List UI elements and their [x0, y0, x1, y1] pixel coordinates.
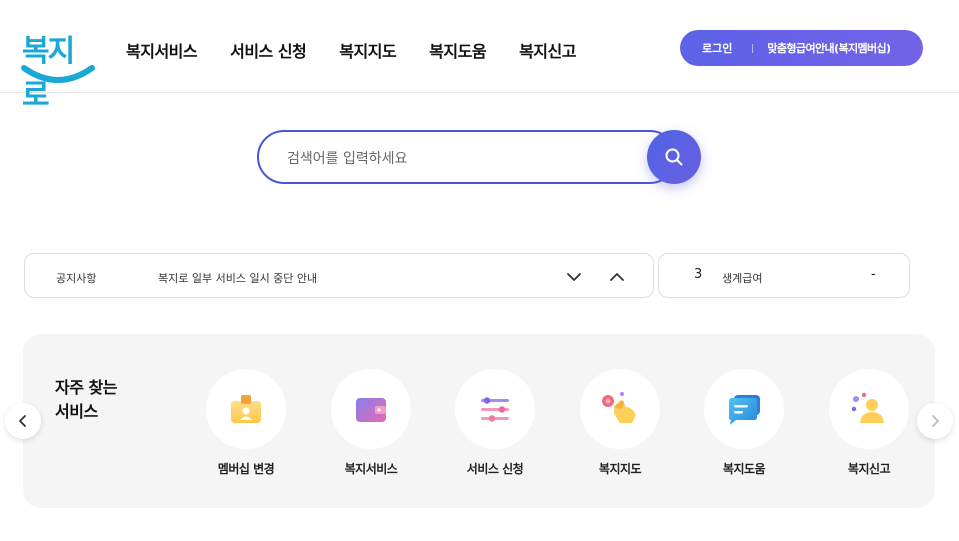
carousel-prev-button[interactable] [5, 403, 41, 439]
settings-list-icon [481, 397, 509, 422]
person-report-icon [851, 392, 884, 423]
chevron-right-icon [932, 415, 939, 427]
search-bar [257, 130, 701, 184]
service-item-welfare-report[interactable]: 복지신고 [809, 369, 929, 477]
service-item-welfare-help[interactable]: 복지도움 [684, 369, 804, 477]
service-label: 서비스 신청 [466, 462, 524, 476]
service-item-welfare-service[interactable]: 복지서비스 [311, 369, 431, 477]
service-item-service-apply[interactable]: 서비스 신청 [435, 369, 555, 477]
user-menu-pill: 로그인 맞춤형급여안내(복지멤버십) [680, 30, 923, 66]
search-box[interactable] [257, 130, 677, 184]
rank-keyword[interactable]: 생계급여 [722, 270, 762, 286]
service-item-membership[interactable]: 멤버십 변경 [186, 369, 306, 477]
map-pointer-icon [602, 392, 636, 423]
title-line-1: 자주 찾는 [55, 378, 117, 397]
service-label: 복지신고 [847, 462, 891, 476]
search-button[interactable] [647, 130, 701, 184]
service-label: 복지도움 [722, 462, 766, 476]
service-icon-circle [704, 369, 784, 449]
service-icon-circle [331, 369, 411, 449]
nav-welfare-report[interactable]: 복지신고 [519, 38, 576, 62]
nav-welfare-service[interactable]: 복지서비스 [126, 38, 198, 62]
service-icon-circle [580, 369, 660, 449]
nav-welfare-help[interactable]: 복지도움 [429, 38, 486, 62]
search-icon [665, 148, 683, 166]
nav-service-apply[interactable]: 서비스 신청 [230, 38, 307, 62]
rank-number: 3 [694, 267, 703, 282]
service-label: 복지서비스 [344, 462, 398, 476]
search-input[interactable] [287, 149, 627, 169]
notice-item[interactable]: 복지로 일부 서비스 일시 중단 안내 [158, 270, 317, 286]
main-nav: 복지서비스 서비스 신청 복지지도 복지도움 복지신고 [126, 38, 576, 62]
service-label: 복지지도 [598, 462, 642, 476]
popular-search-ranking: 3 생계급여 - [658, 253, 910, 298]
logo[interactable]: 복지로 [20, 26, 98, 113]
rank-change: - [871, 267, 876, 282]
service-icon-circle [455, 369, 535, 449]
custom-benefit-guide-link[interactable]: 맞춤형급여안내(복지멤버십) [767, 40, 891, 56]
frequent-services-title: 자주 찾는 서비스 [55, 376, 117, 424]
chevron-up-icon[interactable] [608, 268, 626, 286]
service-icon-circle [206, 369, 286, 449]
frequent-services-panel: 자주 찾는 서비스 멤버십 변경 복지서비스 서비스 신청 복지지도 복지도움 … [23, 334, 935, 508]
login-link[interactable]: 로그인 [702, 40, 732, 56]
chat-bubble-icon [729, 395, 760, 425]
title-line-2: 서비스 [55, 402, 98, 421]
chevron-left-icon [19, 415, 26, 427]
nav-welfare-map[interactable]: 복지지도 [339, 38, 396, 62]
notice-label: 공지사항 [56, 272, 97, 285]
membership-card-icon [231, 395, 261, 423]
notice-bar: 공지사항 복지로 일부 서비스 일시 중단 안내 [24, 253, 654, 298]
service-item-welfare-map[interactable]: 복지지도 [560, 369, 680, 477]
wallet-icon [356, 398, 386, 422]
logo-smile-icon [21, 65, 95, 83]
pill-divider [752, 43, 754, 53]
carousel-next-button[interactable] [917, 403, 953, 439]
service-label: 멤버십 변경 [217, 462, 275, 476]
site-header: 복지로 복지서비스 서비스 신청 복지지도 복지도움 복지신고 로그인 맞춤형급… [0, 0, 959, 113]
chevron-down-icon[interactable] [565, 268, 583, 286]
service-icon-circle [829, 369, 909, 449]
